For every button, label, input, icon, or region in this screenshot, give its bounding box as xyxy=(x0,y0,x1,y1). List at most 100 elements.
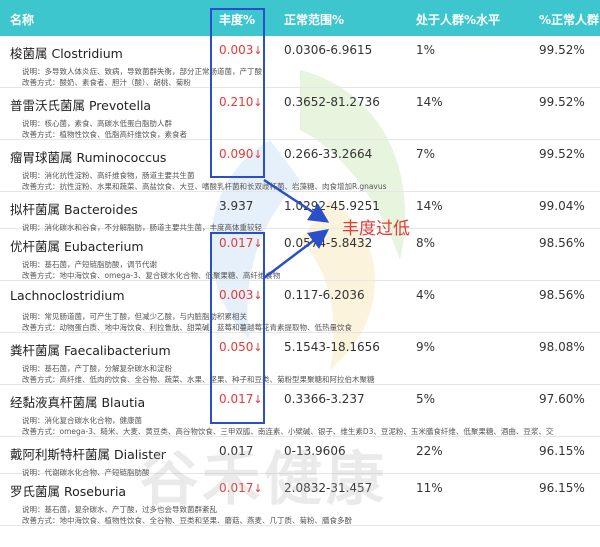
population-level-value: 4% xyxy=(416,288,436,302)
abundance-number: 0.090 xyxy=(219,147,254,161)
abundance-value: 0.050↓ xyxy=(219,340,263,354)
table-row: 优杆菌属 Eubacterium 0.017↓ 0.0574-5.8432 8% 98.… xyxy=(0,229,600,281)
row-description: 说明：核心菌，素食、高碳水低蛋白脂肪人群 xyxy=(22,119,172,128)
col-abundance: 丰度% xyxy=(219,13,256,27)
down-arrow-icon: ↓ xyxy=(253,482,263,495)
row-description: 说明：消化抗性淀粉、高纤维食物，肠道主要共生菌 xyxy=(22,171,195,180)
row-description: 说明：多导致人体炎症、致病，导致菌群失衡，部分正常肠道菌，产丁酸 xyxy=(22,67,262,76)
bacteria-name: 拟杆菌属 Bacteroides xyxy=(10,202,138,217)
abundance-number: 0.017 xyxy=(219,481,254,495)
row-description: 说明：常见肠道菌，可产生丁酸，但减少乙酸，与内脏脂肪积累相关 xyxy=(22,312,247,321)
normal-range-value: 0.3652-81.2736 xyxy=(284,95,380,109)
down-arrow-icon: ↓ xyxy=(253,341,263,354)
table-row: 罗氏菌属 Roseburia 0.017↓ 2.0832-31.457 11% 96.1… xyxy=(0,474,600,526)
down-arrow-icon: ↓ xyxy=(253,148,263,161)
down-arrow-icon: ↓ xyxy=(253,44,263,57)
bacteria-name: 戴阿利斯特杆菌属 Dialister xyxy=(10,447,166,462)
normal-population-value: 96.15% xyxy=(539,444,585,458)
abundance-value: 3.937 xyxy=(219,199,253,213)
normal-range-value: 0.3366-3.237 xyxy=(284,392,365,406)
row-values: 拟杆菌属 Bacteroides 3.937 1.0292-45.9251 14% 99… xyxy=(0,192,600,218)
abundance-value: 0.017↓ xyxy=(219,392,263,406)
normal-range-value: 0.0306-6.9615 xyxy=(284,43,373,57)
row-values: 梭菌属 Clostridium 0.003↓ 0.0306-6.9615 1% 99.5… xyxy=(0,36,600,62)
row-improvement: 改善方式：地中海饮食、omega-3、复合碳水化合物、低聚果糖、高纤维食物 xyxy=(22,271,281,280)
bacteria-name: 梭菌属 Clostridium xyxy=(10,46,123,61)
col-name: 名称 xyxy=(10,13,35,27)
population-level-value: 14% xyxy=(416,199,443,213)
row-values: Lachnoclostridium 0.003↓ 0.117-6.2036 4% 98.… xyxy=(0,281,600,307)
abundance-number: 0.017 xyxy=(219,392,254,406)
col-normal-population: %正常人群 xyxy=(539,13,600,27)
col-population-level: 处于人群%水平 xyxy=(416,13,501,27)
row-improvement: 改善方式：地中海饮食、植物性饮食、全谷物、豆类和坚果、蘑菇、燕麦、几丁质、菊粉、… xyxy=(22,516,352,525)
abundance-value: 0.090↓ xyxy=(219,147,263,161)
abundance-value: 0.017↓ xyxy=(219,236,263,250)
row-description: 说明：基石菌，产短链脂肪酸，调节代谢 xyxy=(22,260,157,269)
normal-population-value: 98.56% xyxy=(539,236,585,250)
normal-population-value: 96.15% xyxy=(539,481,585,495)
abundance-number: 0.210 xyxy=(219,95,254,109)
row-improvement: 改善方式：动物蛋白质、地中海饮食、利拉鲁肽、甜菜碱、蓝莓和蔓越莓花青素提取物、低… xyxy=(22,323,352,332)
table-header: 名称 丰度% 正常范围% 处于人群%水平 %正常人群 xyxy=(0,0,600,36)
table-row: 戴阿利斯特杆菌属 Dialister 0.017 0-13.9606 22% 96.15… xyxy=(0,437,600,477)
row-values: 经黏液真杆菌属 Blautia 0.017↓ 0.3366-3.237 5% 97.60… xyxy=(0,385,600,411)
normal-population-value: 98.08% xyxy=(539,340,585,354)
down-arrow-icon: ↓ xyxy=(253,289,263,302)
row-improvement: 改善方式：抗性淀粉、水果和蔬菜、高盐饮食、大豆、嗜酸乳杆菌和长双歧杆菌、岩藻糖、… xyxy=(22,182,387,191)
table-row: 瘤胃球菌属 Ruminococcus 0.090↓ 0.266-33.2664 7% 9… xyxy=(0,140,600,192)
row-values: 罗氏菌属 Roseburia 0.017↓ 2.0832-31.457 11% 96.1… xyxy=(0,474,600,500)
abundance-value: 0.017↓ xyxy=(219,481,263,495)
abundance-number: 0.003 xyxy=(219,43,254,57)
bacteria-name: 瘤胃球菌属 Ruminococcus xyxy=(10,150,167,165)
row-improvement: 改善方式：omega-3、糙米、大麦、黄豆类、高谷物饮食、三甲双胍、南连素、小檗… xyxy=(22,427,554,436)
normal-range-value: 0.117-6.2036 xyxy=(284,288,365,302)
table-row: 粪杆菌属 Faecalibacterium 0.050↓ 5.1543-18.165… xyxy=(0,333,600,385)
abundance-number: 0.050 xyxy=(219,340,254,354)
normal-population-value: 99.52% xyxy=(539,147,585,161)
abundance-value: 0.017 xyxy=(219,444,253,458)
normal-range-value: 0-13.9606 xyxy=(284,444,346,458)
population-level-value: 22% xyxy=(416,444,443,458)
population-level-value: 5% xyxy=(416,392,436,406)
population-level-value: 7% xyxy=(416,147,436,161)
normal-range-value: 2.0832-31.457 xyxy=(284,481,373,495)
low-abundance-callout: 丰度过低 xyxy=(342,219,410,239)
table-row: 拟杆菌属 Bacteroides 3.937 1.0292-45.9251 14% 99… xyxy=(0,192,600,232)
row-values: 粪杆菌属 Faecalibacterium 0.050↓ 5.1543-18.165… xyxy=(0,333,600,359)
population-level-value: 11% xyxy=(416,481,443,495)
abundance-number: 0.017 xyxy=(219,444,254,458)
abundance-number: 3.937 xyxy=(219,199,254,213)
normal-population-value: 99.52% xyxy=(539,95,585,109)
normal-range-value: 0.266-33.2664 xyxy=(284,147,373,161)
normal-population-value: 99.04% xyxy=(539,199,585,213)
row-description: 说明：消化复合碳水化合物，健康菌 xyxy=(22,416,142,425)
abundance-value: 0.210↓ xyxy=(219,95,263,109)
bacteria-name: Lachnoclostridium xyxy=(10,288,125,303)
normal-population-value: 97.60% xyxy=(539,392,585,406)
down-arrow-icon: ↓ xyxy=(253,393,263,406)
abundance-number: 0.017 xyxy=(219,236,254,250)
normal-population-value: 98.56% xyxy=(539,288,585,302)
normal-population-value: 99.52% xyxy=(539,43,585,57)
table-row: 普雷沃氏菌属 Prevotella 0.210↓ 0.3652-81.2736 14%… xyxy=(0,88,600,140)
row-values: 普雷沃氏菌属 Prevotella 0.210↓ 0.3652-81.2736 14%… xyxy=(0,88,600,114)
bacteria-name: 经黏液真杆菌属 Blautia xyxy=(10,395,146,410)
bacteria-name: 优杆菌属 Eubacterium xyxy=(10,239,144,254)
normal-range-value: 5.1543-18.1656 xyxy=(284,340,380,354)
row-values: 戴阿利斯特杆菌属 Dialister 0.017 0-13.9606 22% 96.15… xyxy=(0,437,600,463)
population-level-value: 1% xyxy=(416,43,436,57)
row-improvement: 改善方式：高纤维、低肉的饮食、全谷物、蔬菜、水果、坚果、种子和豆类、菊粉型果聚糖… xyxy=(22,375,375,384)
population-level-value: 9% xyxy=(416,340,436,354)
col-normal-range: 正常范围% xyxy=(284,13,345,27)
bacteria-name: 罗氏菌属 Roseburia xyxy=(10,484,127,499)
normal-range-value: 1.0292-45.9251 xyxy=(284,199,380,213)
down-arrow-icon: ↓ xyxy=(253,96,263,109)
row-values: 优杆菌属 Eubacterium 0.017↓ 0.0574-5.8432 8% 98.… xyxy=(0,229,600,255)
population-level-value: 14% xyxy=(416,95,443,109)
bacteria-name: 粪杆菌属 Faecalibacterium xyxy=(10,343,171,358)
row-values: 瘤胃球菌属 Ruminococcus 0.090↓ 0.266-33.2664 7% 9… xyxy=(0,140,600,166)
row-description: 说明：基石菌，复杂碳水、产丁酸，过多也会导致菌群紊乱 xyxy=(22,505,217,514)
table-row: 梭菌属 Clostridium 0.003↓ 0.0306-6.9615 1% 99.5… xyxy=(0,36,600,88)
row-improvement: 改善方式：酸奶、素食者、胆汁（酸）、胡桃、菊粉 xyxy=(22,78,191,87)
